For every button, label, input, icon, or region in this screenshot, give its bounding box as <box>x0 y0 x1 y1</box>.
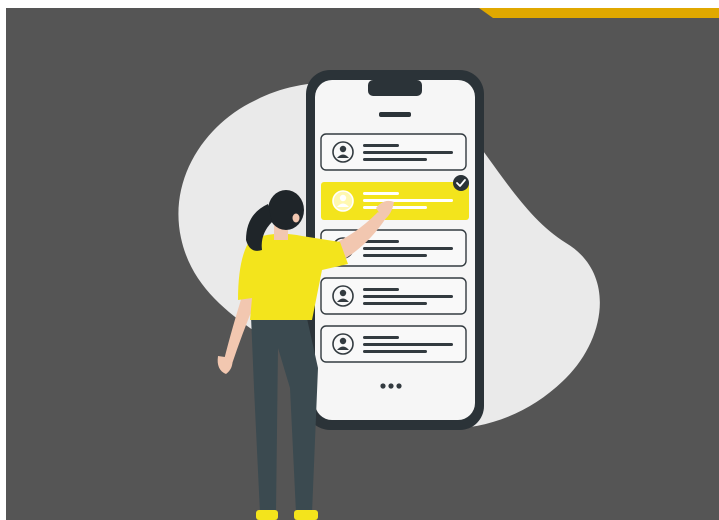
corner-accent <box>479 8 719 18</box>
illustration-canvas <box>6 8 719 520</box>
head <box>268 190 304 230</box>
shoe-left <box>256 510 278 520</box>
more-dots-icon[interactable] <box>380 383 402 389</box>
phone-speaker <box>379 112 411 117</box>
list-item[interactable] <box>320 277 467 315</box>
list-selection-illustration <box>178 70 600 520</box>
check-icon <box>453 175 469 191</box>
pants <box>251 314 318 513</box>
phone-notch <box>368 80 422 96</box>
ear <box>292 213 300 223</box>
shoe-right <box>294 510 318 520</box>
avatar-icon <box>332 190 354 212</box>
list-item[interactable] <box>320 325 467 363</box>
left-hand <box>217 356 233 374</box>
list-item[interactable] <box>320 133 467 171</box>
